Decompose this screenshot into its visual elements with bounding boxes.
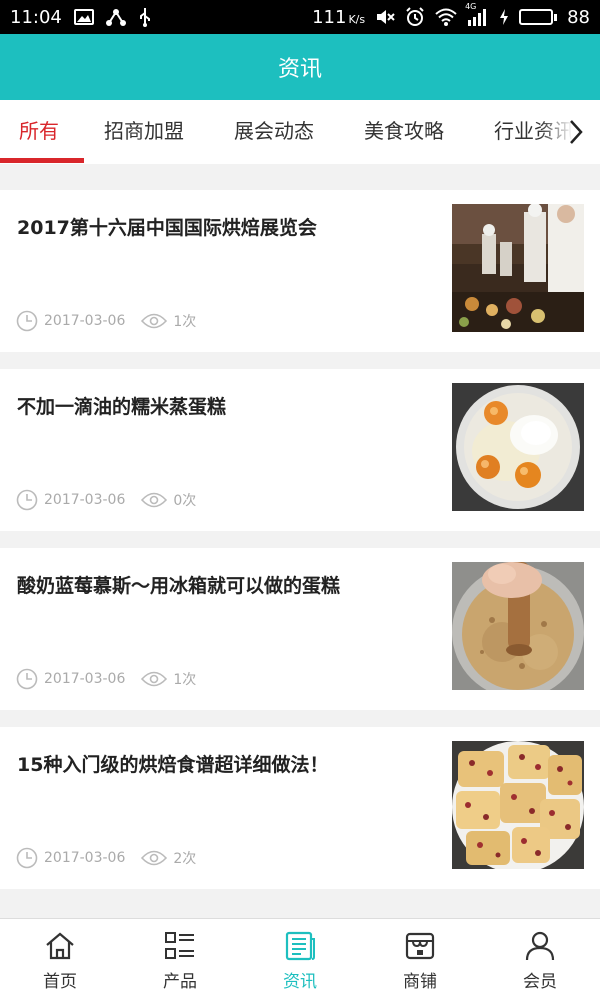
article-views: 1次: [173, 314, 197, 330]
article-views: 0次: [173, 493, 197, 509]
charging-icon: [499, 8, 509, 26]
article-title: 酸奶蓝莓慕斯～用冰箱就可以做的蛋糕: [17, 575, 341, 597]
article-item[interactable]: 不加一滴油的糯米蒸蛋糕 2017-03-06 0次: [0, 369, 600, 531]
nav-products-label: 产品: [163, 972, 197, 992]
status-time: 11:04: [10, 6, 62, 28]
tabs-scroll-right-button[interactable]: [562, 118, 590, 146]
article-thumbnail-chefs-buffet: [452, 204, 584, 332]
network-type: 4G: [465, 2, 477, 11]
nav-store-label: 商铺: [403, 972, 437, 992]
active-tab-indicator: [0, 158, 84, 163]
share-notification-icon: [105, 8, 126, 26]
image-notification-icon: [73, 9, 94, 25]
article-title: 不加一滴油的糯米蒸蛋糕: [17, 396, 227, 418]
page-title: 资讯: [277, 57, 322, 82]
store-icon: [403, 929, 437, 963]
nav-store[interactable]: 商铺: [360, 919, 480, 1000]
article-item[interactable]: 15种入门级的烘焙食谱超详细做法！ 2017-03-06 2次: [0, 727, 600, 889]
nav-products[interactable]: 产品: [120, 919, 240, 1000]
eye-icon: [141, 670, 168, 688]
article-title: 2017第十六届中国国际烘焙展览会: [17, 217, 317, 239]
article-meta: 2017-03-06 0次: [16, 489, 196, 511]
wifi-icon: [435, 8, 457, 26]
eye-icon: [141, 849, 168, 867]
nav-member[interactable]: 会员: [480, 919, 600, 1000]
article-meta: 2017-03-06 1次: [16, 310, 196, 332]
tab-all[interactable]: 所有: [19, 100, 59, 164]
tab-franchise[interactable]: 招商加盟: [104, 100, 184, 164]
user-icon: [523, 929, 557, 963]
article-date: 2017-03-06: [44, 492, 126, 508]
article-item[interactable]: 2017第十六届中国国际烘焙展览会 2017-03-06 1次: [0, 190, 600, 352]
article-date: 2017-03-06: [44, 313, 126, 329]
nav-news-label: 资讯: [283, 972, 317, 992]
app-header: 资讯: [0, 34, 600, 100]
article-thumbnail-cranberry-cookies: [452, 741, 584, 869]
article-meta: 2017-03-06 1次: [16, 668, 196, 690]
clock-icon: [16, 668, 38, 690]
article-date: 2017-03-06: [44, 850, 126, 866]
article-title: 15种入门级的烘焙食谱超详细做法！: [17, 754, 329, 776]
article-item[interactable]: 酸奶蓝莓慕斯～用冰箱就可以做的蛋糕 2017-03-06 1次: [0, 548, 600, 710]
home-icon: [43, 929, 77, 963]
clock-icon: [16, 847, 38, 869]
article-meta: 2017-03-06 2次: [16, 847, 196, 869]
mute-icon: [375, 8, 395, 26]
nav-member-label: 会员: [523, 972, 557, 992]
bottom-nav: 首页 产品 资讯 商铺 会员: [0, 918, 600, 1000]
chevron-right-icon: [570, 120, 583, 144]
net-speed: 111: [312, 6, 347, 28]
clock-icon: [16, 310, 38, 332]
eye-icon: [141, 312, 168, 330]
nav-home-label: 首页: [43, 972, 77, 992]
eye-icon: [141, 491, 168, 509]
article-views: 1次: [173, 672, 197, 688]
grid-list-icon: [163, 929, 197, 963]
category-tabs: 所有 招商加盟 展会动态 美食攻略 行业资讯: [0, 100, 600, 164]
nav-news[interactable]: 资讯: [240, 919, 360, 1000]
article-thumbnail-crumbs-pestle: [452, 562, 584, 690]
signal-icon: 4G: [465, 2, 489, 26]
usb-icon: [138, 7, 152, 27]
battery-icon: [519, 9, 558, 25]
net-speed-unit: K/s: [348, 12, 366, 26]
article-thumbnail-eggs-sugar-bowl: [452, 383, 584, 511]
article-views: 2次: [173, 851, 197, 867]
tab-exhibition[interactable]: 展会动态: [234, 100, 314, 164]
article-date: 2017-03-06: [44, 671, 126, 687]
battery-percent: 88: [567, 6, 590, 28]
clock-icon: [16, 489, 38, 511]
status-bar: 11:04 111 K/s 4G 88: [0, 0, 600, 34]
nav-home[interactable]: 首页: [0, 919, 120, 1000]
alarm-icon: [405, 7, 425, 27]
news-icon: [283, 929, 317, 963]
tab-food-guide[interactable]: 美食攻略: [364, 100, 444, 164]
